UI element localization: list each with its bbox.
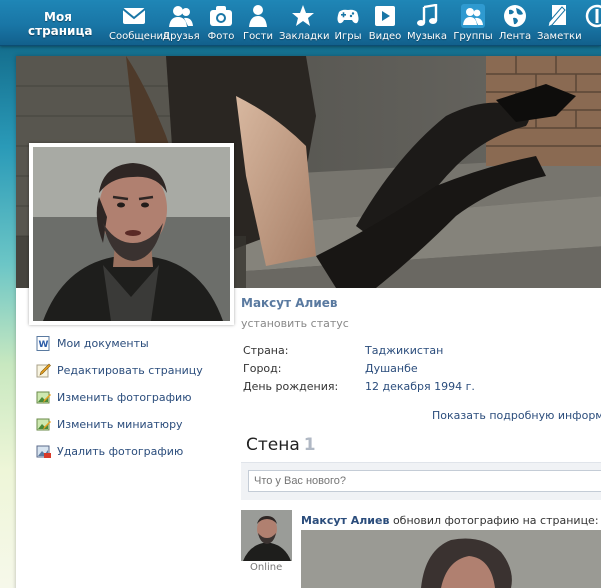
play-icon xyxy=(375,6,395,26)
nav-games[interactable]: Игры xyxy=(333,4,363,44)
svg-text:W: W xyxy=(39,340,49,350)
action-label: Удалить фотографию xyxy=(57,445,184,458)
nav-label: Фото xyxy=(207,31,235,42)
post-header: Максут Алиев обновил фотографию на стран… xyxy=(301,514,599,527)
post-photo[interactable] xyxy=(301,530,601,588)
show-details-link[interactable]: Показать подробную информаци xyxy=(432,409,601,422)
post-author-avatar[interactable] xyxy=(241,510,292,561)
music-icon xyxy=(417,4,438,26)
nav-label: Гости xyxy=(242,31,274,42)
info-value[interactable]: Душанбе xyxy=(365,362,418,375)
nav-label: Закладки xyxy=(279,31,330,42)
nav-label: Сообщения xyxy=(109,31,170,42)
globe-icon xyxy=(504,5,526,27)
nav-friends[interactable]: Друзья xyxy=(162,4,200,44)
envelope-icon xyxy=(122,8,146,24)
avatar-photo xyxy=(33,147,230,321)
post-author-link[interactable]: Максут Алиев xyxy=(301,514,389,527)
profile-name[interactable]: Максут Алиев xyxy=(241,296,337,310)
nav-bookmarks[interactable]: Закладки xyxy=(279,4,330,44)
my-page-link[interactable]: Моя страница xyxy=(28,10,92,38)
friends-icon xyxy=(169,6,193,27)
post-action-text: обновил фотографию на странице: xyxy=(392,514,599,527)
info-key: День рождения: xyxy=(243,380,339,393)
nav-label: Видео xyxy=(368,31,402,42)
edit-icon xyxy=(36,363,51,378)
nav-label: Лента xyxy=(498,31,532,42)
star-icon xyxy=(292,5,314,26)
photo-edit-icon xyxy=(36,391,51,404)
post-avatar-photo xyxy=(241,510,292,561)
nav-photo[interactable]: Фото xyxy=(204,4,238,44)
online-status: Online xyxy=(250,562,283,573)
profile-avatar[interactable] xyxy=(29,143,234,325)
action-label: Изменить фотографию xyxy=(57,391,192,404)
wall-title-text: Стена xyxy=(246,435,300,455)
nav-music[interactable]: Музыка xyxy=(407,4,447,44)
nav-feed[interactable]: Лента xyxy=(498,4,532,44)
nav-label: Заметки xyxy=(537,31,582,42)
nav-video[interactable]: Видео xyxy=(368,4,402,44)
action-label: Изменить миниатюру xyxy=(57,418,183,431)
info-value[interactable]: 12 декабря 1994 г. xyxy=(365,380,475,393)
document-icon: W xyxy=(36,336,50,351)
nav-label: Музыка xyxy=(407,31,447,42)
nav-label: Группы xyxy=(453,31,493,42)
wall-post-count: 1 xyxy=(303,435,316,455)
wall-title: Стена 1 xyxy=(246,435,316,455)
gamepad-icon xyxy=(337,9,359,24)
info-key: Город: xyxy=(243,362,282,375)
info-value[interactable]: Таджикистан xyxy=(365,344,443,357)
camera-icon xyxy=(210,6,232,26)
groups-icon xyxy=(461,4,485,28)
photo-delete-icon xyxy=(36,445,51,458)
nav-more[interactable] xyxy=(583,4,601,44)
thumbnail-edit-icon xyxy=(36,418,51,431)
wall-post-input[interactable] xyxy=(248,470,601,492)
post-photo-image xyxy=(301,530,601,588)
more-icon xyxy=(585,4,601,28)
nav-label: Игры xyxy=(334,31,362,42)
guest-icon xyxy=(249,5,267,27)
action-label: Редактировать страницу xyxy=(57,364,203,377)
notes-icon xyxy=(547,5,566,28)
nav-notes[interactable]: Заметки xyxy=(537,4,582,44)
action-label: Мои документы xyxy=(57,337,149,350)
set-status-link[interactable]: установить статус xyxy=(241,317,349,330)
nav-messages[interactable]: Сообщения xyxy=(109,4,170,44)
top-navigation-bar: Моя страница Сообщения Друзья Фото Гости… xyxy=(0,0,601,46)
nav-guests[interactable]: Гости xyxy=(241,4,275,44)
info-key: Страна: xyxy=(243,344,289,357)
wall-input-area xyxy=(241,462,601,500)
nav-groups[interactable]: Группы xyxy=(452,4,494,44)
nav-label: Друзья xyxy=(162,31,200,42)
